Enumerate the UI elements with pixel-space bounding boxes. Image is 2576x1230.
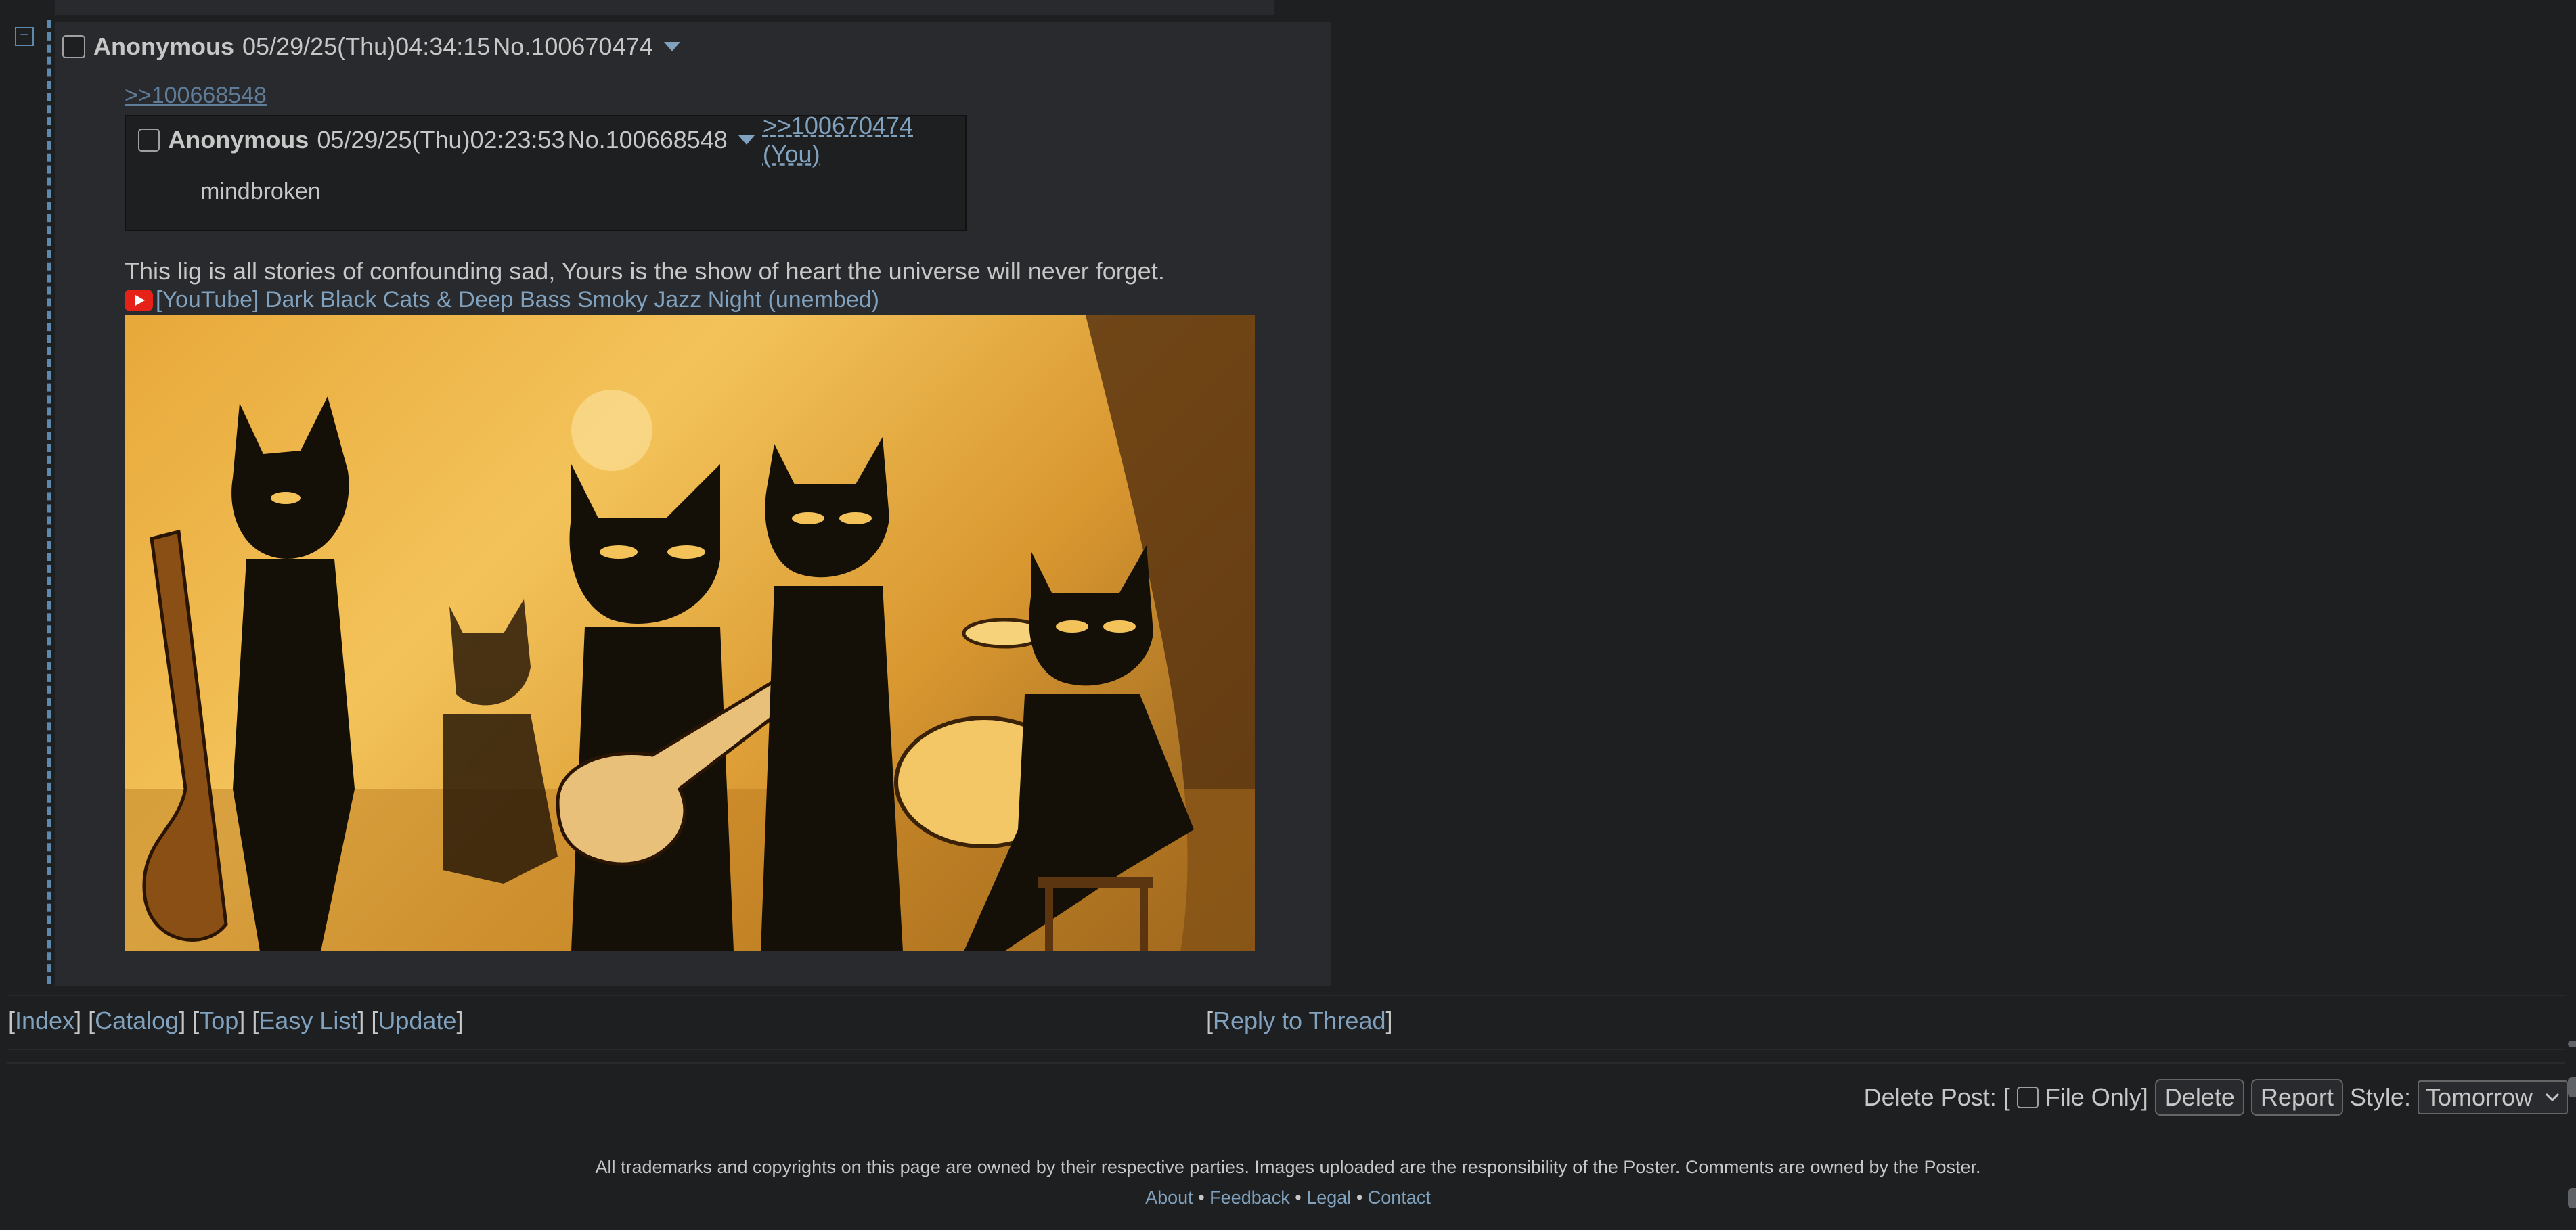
footer-links: About • Feedback • Legal • Contact xyxy=(0,1187,2576,1208)
quoted-post-text: mindbroken xyxy=(200,179,321,204)
quoted-reply-link[interactable]: >>100670474 (You) xyxy=(763,112,965,168)
easy-list-link[interactable]: Easy List xyxy=(259,1007,357,1034)
delete-post-label: Delete Post: [ xyxy=(1863,1083,2010,1111)
quoted-post-number[interactable]: No.100668548 xyxy=(568,126,728,154)
youtube-embed-line: [YouTube] Dark Black Cats & Deep Bass Sm… xyxy=(125,287,879,313)
post-number[interactable]: No.100670474 xyxy=(493,32,652,61)
post-date: 05/29/25(Thu)04:34:15 xyxy=(242,32,491,60)
footer-separator: • xyxy=(1356,1187,1363,1208)
youtube-embed-link[interactable]: [YouTube] Dark Black Cats & Deep Bass Sm… xyxy=(156,287,879,313)
catalog-link[interactable]: Catalog xyxy=(95,1007,179,1034)
inline-quoted-post: Anonymous 05/29/25(Thu)02:23:53 No.10066… xyxy=(125,112,967,231)
footer-separator: • xyxy=(1295,1187,1302,1208)
quoted-post-date: 05/29/25(Thu)02:23:53 xyxy=(317,126,565,154)
embedded-video-thumbnail[interactable] xyxy=(125,315,1255,951)
divider xyxy=(7,995,2565,996)
report-button[interactable]: Report xyxy=(2250,1079,2343,1116)
style-select-value: Tomorrow xyxy=(2425,1083,2533,1111)
youtube-icon xyxy=(125,289,153,311)
legal-link[interactable]: Legal xyxy=(1306,1187,1351,1208)
delete-button[interactable]: Delete xyxy=(2154,1079,2244,1116)
contact-link[interactable]: Contact xyxy=(1368,1187,1431,1208)
previous-post-strip xyxy=(55,0,1274,15)
quoted-post-checkbox[interactable] xyxy=(138,129,160,152)
file-only-label: File Only] xyxy=(2045,1083,2148,1111)
thread-line xyxy=(47,20,51,984)
poster-name: Anonymous xyxy=(93,32,235,60)
delete-post-bar: Delete Post: [ File Only] Delete Report … xyxy=(1864,1078,2568,1116)
scrollbar-thumb[interactable] xyxy=(2568,1077,2576,1097)
chevron-down-icon xyxy=(2545,1093,2560,1102)
index-link[interactable]: Index xyxy=(15,1007,74,1034)
post-select-checkbox[interactable] xyxy=(62,35,85,58)
bottom-navigation: [Index] [Catalog] [Top] [Easy List] [Upd… xyxy=(8,1007,464,1034)
quote-backlink[interactable]: >>100668548 xyxy=(125,83,267,109)
footer-separator: • xyxy=(1198,1187,1205,1208)
style-label: Style: xyxy=(2349,1083,2411,1111)
quoted-poster-name: Anonymous xyxy=(168,126,309,154)
quoted-post-menu-arrow-icon[interactable] xyxy=(738,135,755,145)
reply-to-thread: [Reply to Thread] xyxy=(1206,1007,1393,1034)
quoted-post-header: Anonymous 05/29/25(Thu)02:23:53 No.10066… xyxy=(138,112,965,168)
footer-disclaimer: All trademarks and copyrights on this pa… xyxy=(595,1157,1981,1177)
divider xyxy=(7,1062,2565,1064)
style-select[interactable]: Tomorrow xyxy=(2417,1080,2568,1114)
collapse-thread-button[interactable]: − xyxy=(15,27,34,46)
post-menu-arrow-icon[interactable] xyxy=(663,42,680,51)
feedback-link[interactable]: Feedback xyxy=(1209,1187,1290,1208)
about-link[interactable]: About xyxy=(1145,1187,1193,1208)
post-comment: This lig is all stories of confounding s… xyxy=(125,257,1165,285)
scrollbar-thumb[interactable] xyxy=(2568,1041,2576,1047)
top-link[interactable]: Top xyxy=(199,1007,238,1034)
jazz-cats-illustration xyxy=(125,315,1255,951)
divider xyxy=(7,1049,2565,1050)
scrollbar-thumb[interactable] xyxy=(2568,1188,2576,1208)
post-header: Anonymous 05/29/25(Thu)04:34:15 No.10067… xyxy=(62,30,680,64)
reply-to-thread-link[interactable]: Reply to Thread xyxy=(1213,1007,1385,1034)
update-link[interactable]: Update xyxy=(378,1007,456,1034)
file-only-checkbox[interactable] xyxy=(2016,1087,2039,1108)
